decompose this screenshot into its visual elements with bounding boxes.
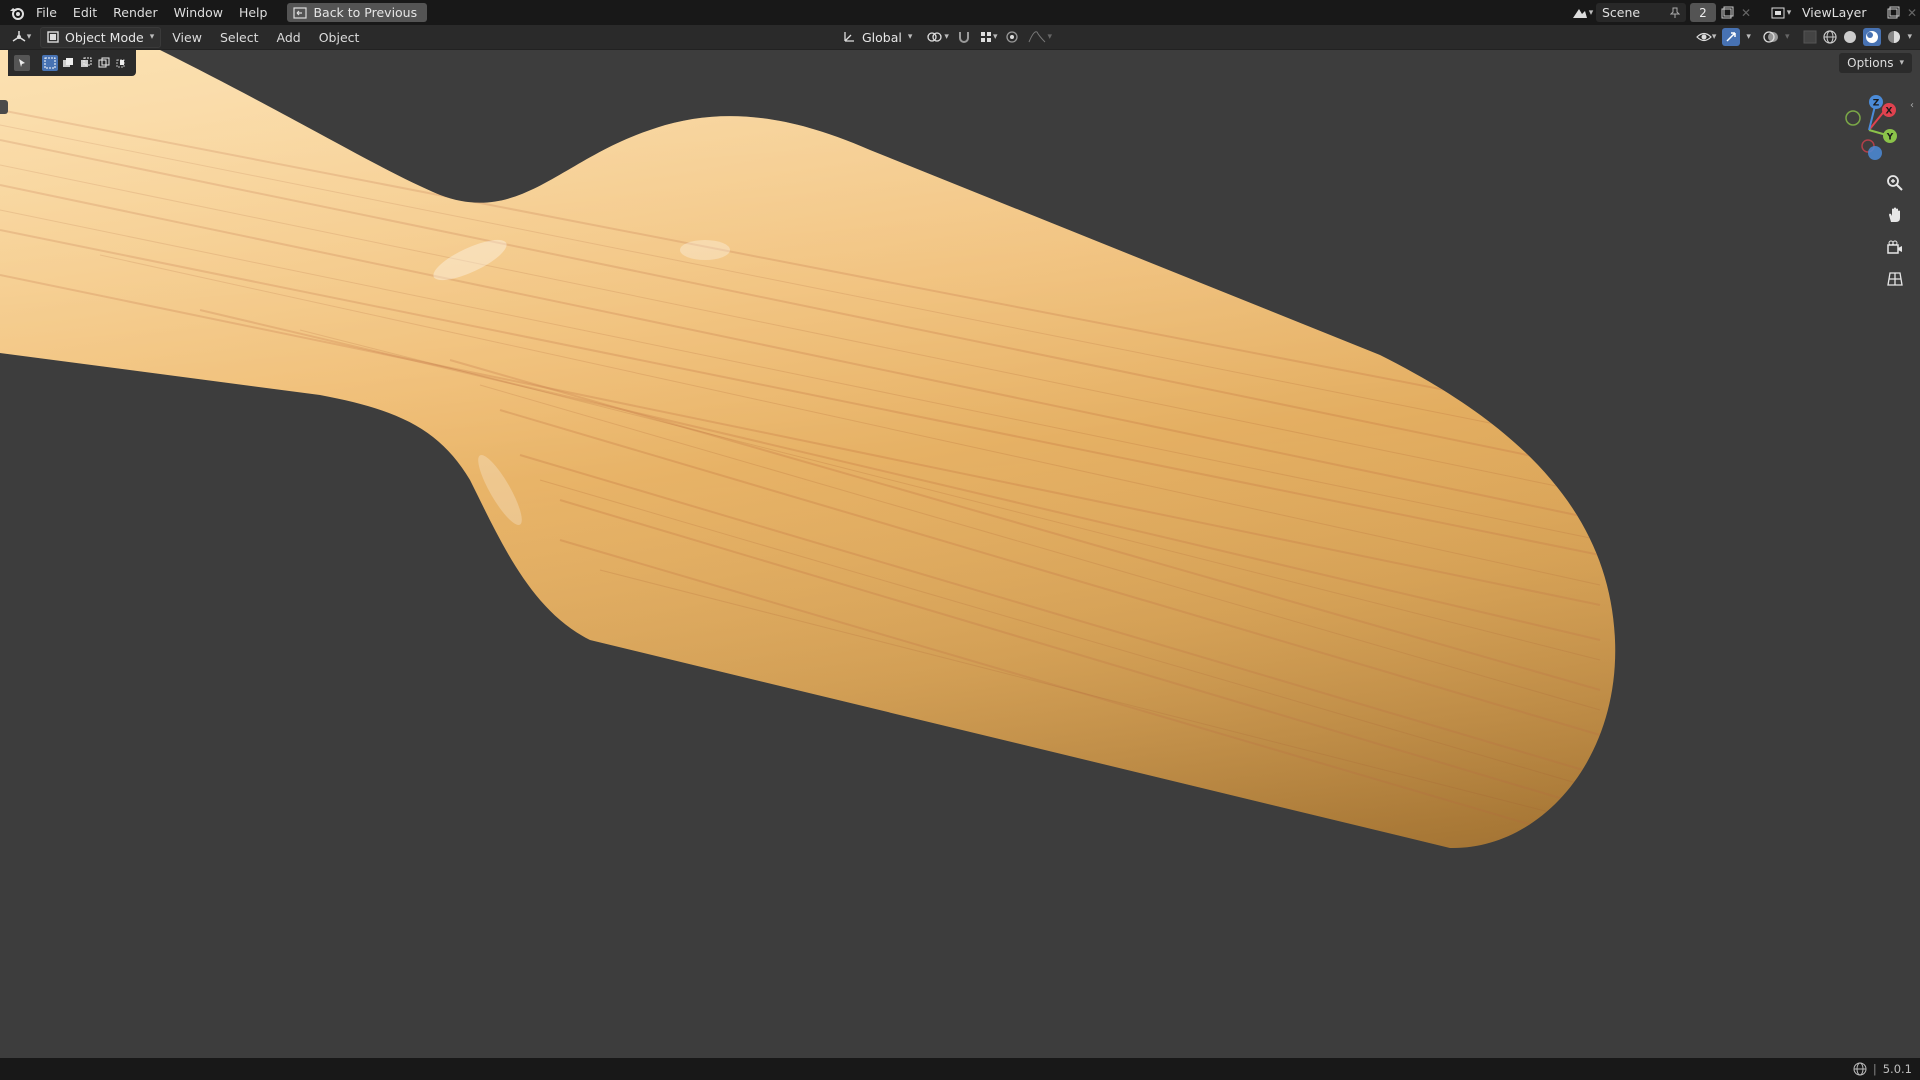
object-mode-dropdown[interactable]: Object Mode ▾ (40, 26, 162, 48)
back-icon (293, 6, 308, 19)
back-to-previous-label: Back to Previous (313, 5, 418, 20)
new-scene-icon[interactable] (1716, 6, 1738, 20)
chevron-down-icon: ▾ (1899, 58, 1904, 68)
view-layer-icon[interactable]: ▾ (1766, 6, 1796, 20)
header-menu-object[interactable]: Object (312, 30, 367, 45)
editor-type-icon[interactable]: ▾ (6, 30, 36, 44)
select-tool-row (8, 50, 136, 76)
object-mode-icon (47, 31, 59, 43)
gizmo-toggle-icon[interactable] (1722, 28, 1741, 46)
menu-file[interactable]: File (28, 0, 65, 25)
mode-intersect-icon[interactable] (114, 55, 130, 71)
topbar-right: ▾ Scene 2 ✕ ▾ ViewLayer ✕ (1568, 0, 1920, 25)
shading-options-chevron-icon[interactable]: ▾ (1907, 32, 1912, 42)
top-bar: File Edit Render Window Help Back to Pre… (0, 0, 1920, 25)
menu-render[interactable]: Render (105, 0, 166, 25)
z-axis-label: Z (1873, 99, 1880, 109)
mode-new-icon[interactable] (42, 55, 58, 71)
navigation-gizmo[interactable]: Z X Y (1834, 90, 1904, 170)
visibility-selectability-icon[interactable]: ▾ (1696, 30, 1716, 44)
orientation-axes-icon (842, 30, 856, 44)
viewport-header: ▾ Object Mode ▾ View Select Add Object G… (0, 25, 1920, 50)
menu-window[interactable]: Window (166, 0, 231, 25)
gizmo-options-chevron-icon[interactable]: ▾ (1746, 32, 1751, 42)
zoom-icon[interactable] (1882, 170, 1908, 196)
neg-z-axis-icon[interactable] (1868, 146, 1882, 160)
scene-selector-icon[interactable]: ▾ (1568, 6, 1596, 20)
camera-view-icon[interactable] (1882, 234, 1908, 260)
x-axis-label: X (1886, 107, 1893, 117)
header-menu-view[interactable]: View (165, 30, 209, 45)
back-to-previous-button[interactable]: Back to Previous (287, 3, 428, 22)
y-axis-label: Y (1886, 133, 1894, 143)
delete-view-layer-icon[interactable]: ✕ (1904, 6, 1920, 20)
blender-version: 5.0.1 (1882, 1062, 1912, 1076)
overlays-toggle-icon[interactable] (1763, 30, 1779, 44)
scene-name: Scene (1602, 5, 1641, 20)
view-layer-field[interactable]: ViewLayer (1796, 3, 1882, 22)
neg-y-axis-icon[interactable] (1845, 110, 1861, 126)
scene-users-count[interactable]: 2 (1690, 3, 1716, 22)
network-globe-icon[interactable] (1853, 1062, 1867, 1076)
header-menu-add[interactable]: Add (270, 30, 308, 45)
blender-logo-icon[interactable] (6, 2, 28, 24)
navigation-buttons (1882, 170, 1908, 292)
sidebar-toggle-chevron-icon[interactable]: ‹ (1910, 100, 1920, 114)
delete-scene-icon[interactable]: ✕ (1738, 6, 1754, 20)
pivot-point-icon[interactable]: ▾ (926, 30, 949, 44)
menu-edit[interactable]: Edit (65, 0, 105, 25)
material-preview-shading-icon[interactable] (1863, 28, 1882, 46)
transform-orientation-dropdown[interactable]: Global ▾ (836, 28, 918, 47)
snap-toggle-icon[interactable] (957, 30, 971, 44)
mode-difference-icon[interactable] (96, 55, 112, 71)
solid-shading-icon[interactable] (1843, 30, 1857, 44)
view-layer-name: ViewLayer (1802, 5, 1867, 20)
overlays-chevron-icon[interactable]: ▾ (1785, 32, 1790, 42)
perspective-grid-icon[interactable] (1882, 266, 1908, 292)
transform-orientation-label: Global (862, 29, 902, 45)
pin-icon[interactable] (1670, 7, 1680, 19)
chevron-down-icon: ▾ (149, 32, 155, 42)
status-bar: | 5.0.1 (0, 1058, 1920, 1080)
new-view-layer-icon[interactable] (1882, 6, 1904, 20)
snap-target-icon[interactable]: ▾ (979, 30, 997, 44)
rendered-shading-icon[interactable] (1887, 30, 1901, 44)
3d-viewport[interactable] (0, 50, 1920, 1058)
options-label: Options (1847, 56, 1894, 70)
scene-name-field[interactable]: Scene (1596, 3, 1686, 22)
proportional-editing-icon[interactable] (1005, 30, 1019, 44)
pan-hand-icon[interactable] (1882, 202, 1908, 228)
wireframe-shading-icon[interactable] (1823, 30, 1838, 44)
wooden-handle-object[interactable] (0, 50, 1920, 1058)
options-dropdown[interactable]: Options ▾ (1839, 53, 1912, 73)
toolbar-toggle-chevron-icon[interactable] (0, 100, 8, 114)
select-tool-icon[interactable] (14, 55, 30, 71)
mode-subtract-icon[interactable] (78, 55, 94, 71)
status-separator: | (1872, 1062, 1877, 1076)
xray-toggle-icon[interactable] (1803, 30, 1817, 44)
falloff-icon[interactable]: ▾ (1027, 30, 1052, 44)
mode-extend-icon[interactable] (60, 55, 76, 71)
menu-help[interactable]: Help (231, 0, 276, 25)
object-mode-label: Object Mode (65, 29, 144, 45)
header-menu-select[interactable]: Select (213, 30, 266, 45)
